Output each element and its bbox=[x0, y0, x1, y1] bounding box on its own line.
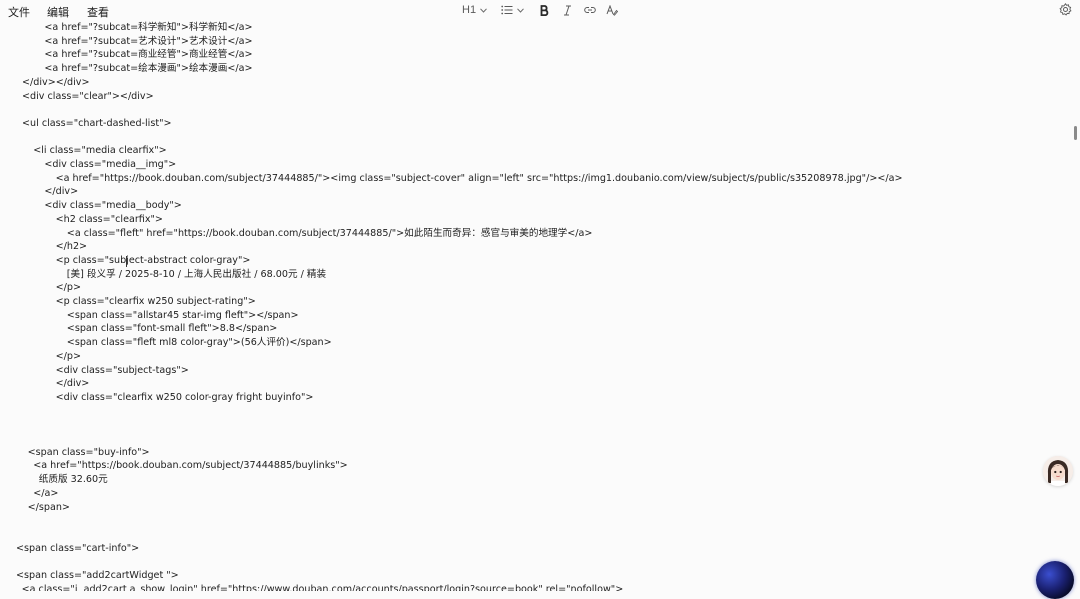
code-line: </div> bbox=[55, 378, 90, 390]
code-line: <a href="?subcat=艺术设计">艺术设计</a> bbox=[44, 35, 253, 47]
italic-button[interactable] bbox=[563, 2, 572, 18]
code-line: <li class="media clearfix"> bbox=[33, 145, 167, 157]
code-line: <span class="fleft ml8 color-gray">(56人评… bbox=[66, 337, 332, 349]
gear-icon[interactable] bbox=[1059, 3, 1072, 16]
bulleted-list-icon bbox=[501, 5, 513, 15]
code-line: <span class="buy-info"> bbox=[27, 446, 150, 458]
code-line: <a class="fleft" href="https://book.doub… bbox=[66, 227, 593, 239]
code-line: <a href="?subcat=科学新知">科学新知</a> bbox=[44, 22, 253, 33]
menu-bar: 文件 编辑 查看 H1 bbox=[0, 0, 1080, 20]
italic-icon bbox=[564, 5, 571, 15]
code-line: <a href="https://book.douban.com/subject… bbox=[55, 172, 903, 184]
code-line: <a href="https://book.douban.com/subject… bbox=[33, 460, 348, 472]
code-line: <div class="media__img"> bbox=[44, 159, 177, 170]
code-line: <a class="j add2cart a_show_login" href=… bbox=[21, 583, 624, 591]
code-line: <a href="?subcat=绘本漫画">绘本漫画</a> bbox=[44, 63, 253, 75]
code-line: <span class="allstar45 star-img fleft"><… bbox=[66, 309, 299, 321]
code-line: <p class="subject-abstract color-gray"> bbox=[55, 254, 251, 266]
heading-dropdown[interactable]: H1 bbox=[462, 2, 487, 18]
chevron-down-icon bbox=[480, 7, 487, 13]
code-line: [美] 段义孚 / 2025-8-10 / 上海人民出版社 / 68.00元 /… bbox=[66, 268, 327, 280]
code-line: <div class="clear"></div> bbox=[22, 90, 154, 102]
bold-icon bbox=[540, 4, 549, 16]
scrollbar-thumb[interactable] bbox=[1074, 126, 1077, 140]
clear-format-button[interactable] bbox=[606, 2, 618, 18]
chevron-down-icon bbox=[517, 7, 524, 13]
link-button[interactable] bbox=[584, 2, 596, 18]
code-line: </div></div> bbox=[22, 76, 90, 88]
code-editor[interactable]: <a href="?subcat=科学新知">科学新知</a> <a href="… bbox=[0, 20, 1072, 591]
link-icon bbox=[584, 7, 596, 13]
code-line: <div class="subject-tags"> bbox=[55, 364, 189, 376]
code-line: <div class="media__body"> bbox=[44, 200, 182, 212]
code-line: </p> bbox=[55, 282, 81, 294]
code-line: <span class="add2cartWidget "> bbox=[16, 570, 179, 581]
ai-orb-button[interactable] bbox=[1036, 561, 1074, 599]
code-line: </h2> bbox=[55, 241, 88, 253]
assistant-avatar[interactable] bbox=[1043, 456, 1073, 486]
code-line: 纸质版 32.60元 bbox=[38, 474, 108, 486]
code-line: </div> bbox=[44, 186, 79, 198]
menu-edit[interactable]: 编辑 bbox=[47, 4, 69, 20]
list-dropdown[interactable] bbox=[501, 2, 524, 18]
code-line: </p> bbox=[55, 350, 81, 362]
code-line: <p class="clearfix w250 subject-rating"> bbox=[55, 296, 256, 307]
clear-format-icon bbox=[606, 4, 618, 16]
code-line: </span> bbox=[27, 501, 70, 513]
code-line: <span class="cart-info"> bbox=[16, 542, 140, 554]
text-cursor bbox=[126, 256, 127, 267]
code-line: <span class="font-small fleft">8.8</span… bbox=[66, 323, 278, 335]
heading-label: H1 bbox=[462, 4, 477, 16]
code-line: <a href="?subcat=商业经管">商业经管</a> bbox=[44, 49, 253, 61]
bold-button[interactable] bbox=[540, 2, 549, 18]
code-line: </a> bbox=[33, 487, 59, 499]
menu-file[interactable]: 文件 bbox=[8, 4, 30, 20]
avatar-face-icon bbox=[1043, 456, 1073, 486]
menu-view[interactable]: 查看 bbox=[87, 4, 109, 20]
code-line: <h2 class="clearfix"> bbox=[55, 213, 163, 225]
code-line: <ul class="chart-dashed-list"> bbox=[22, 117, 172, 129]
code-line: <div class="clearfix w250 color-gray fri… bbox=[55, 391, 314, 403]
